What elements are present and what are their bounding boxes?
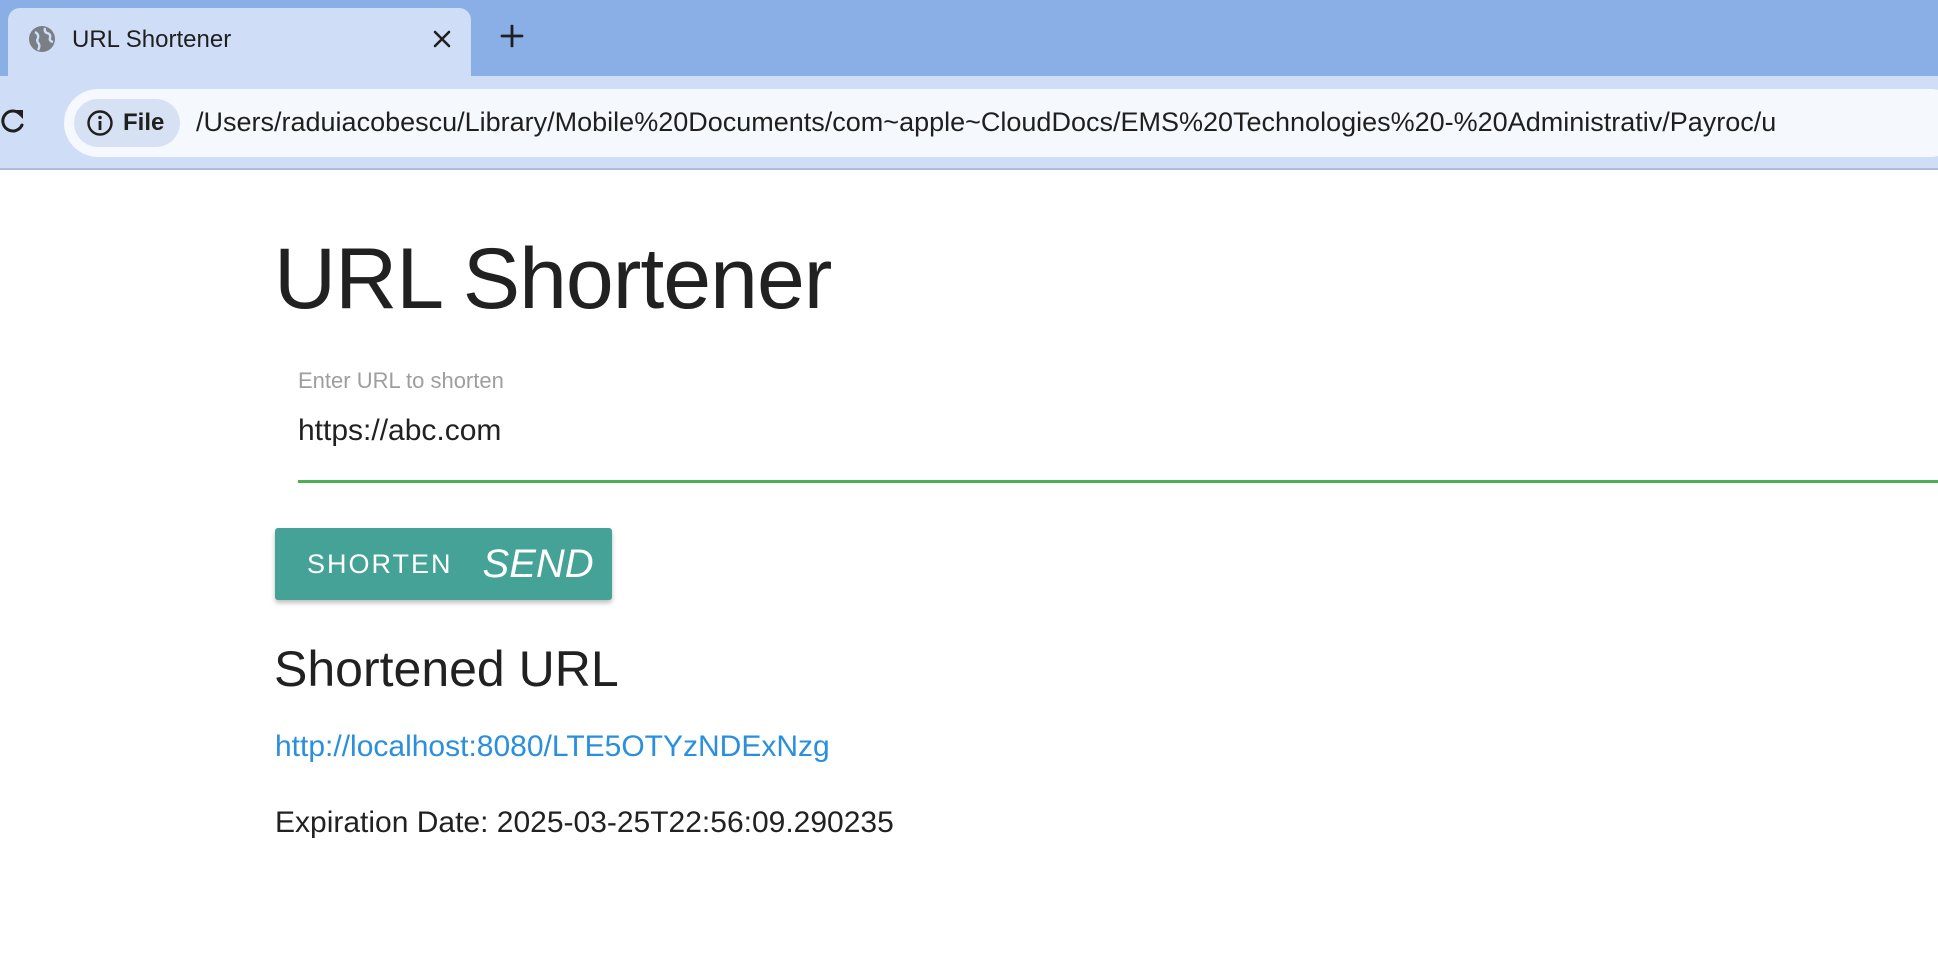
- browser-toolbar: File /Users/raduiacobescu/Library/Mobile…: [0, 76, 1938, 168]
- tab-strip: URL Shortener: [0, 0, 1938, 76]
- send-icon: SEND: [482, 541, 594, 586]
- address-bar[interactable]: File /Users/raduiacobescu/Library/Mobile…: [64, 89, 1938, 157]
- shorten-button-label: SHORTEN: [307, 548, 453, 579]
- page-title: URL Shortener: [274, 231, 832, 327]
- site-info-label: File: [123, 109, 165, 136]
- url-field-underline: [298, 480, 1938, 483]
- result-heading: Shortened URL: [274, 641, 619, 697]
- tab-url-shortener[interactable]: URL Shortener: [8, 8, 471, 76]
- reload-icon[interactable]: [0, 106, 28, 136]
- expiration-date: Expiration Date: 2025-03-25T22:56:09.290…: [275, 806, 894, 839]
- page-content: URL Shortener Enter URL to shorten SHORT…: [0, 170, 1938, 970]
- url-text[interactable]: /Users/raduiacobescu/Library/Mobile%20Do…: [196, 107, 1776, 138]
- site-info-chip[interactable]: File: [74, 99, 180, 147]
- shorten-button[interactable]: SHORTEN SEND: [275, 528, 612, 600]
- globe-icon: [26, 23, 58, 55]
- info-icon: [86, 109, 114, 137]
- url-field-label: Enter URL to shorten: [298, 368, 504, 393]
- close-icon[interactable]: [426, 23, 458, 55]
- url-input[interactable]: [298, 410, 1938, 452]
- tab-title: URL Shortener: [72, 26, 232, 53]
- shortened-url-link[interactable]: http://localhost:8080/LTE5OTYzNDExNzg: [275, 730, 830, 764]
- plus-icon[interactable]: [494, 18, 530, 54]
- browser-window: URL Shortener File /Users/raduiacobescu/…: [0, 0, 1938, 970]
